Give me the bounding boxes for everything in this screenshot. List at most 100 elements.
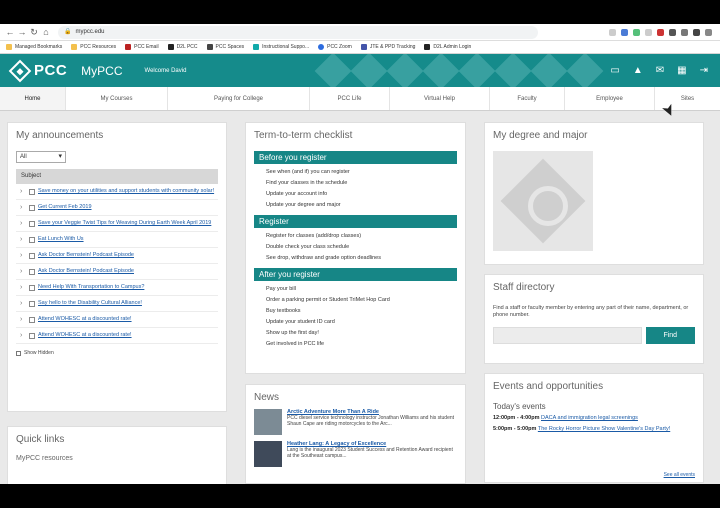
news-item[interactable]: Arctic Adventure More Than A Ride PCC di… [254, 409, 457, 435]
laptop-icon[interactable]: ▭ [610, 65, 619, 76]
show-hidden-toggle[interactable]: Show Hidden [16, 350, 218, 356]
announcement-item[interactable]: Ask Doctor Bernstein! Podcast Episode [16, 264, 218, 280]
tab-faculty[interactable]: Faculty [490, 87, 565, 110]
email-icon[interactable]: ✉ [656, 65, 664, 76]
bookmark-item[interactable]: JTE & PPD Tracking [360, 44, 415, 50]
bookmark-star-icon[interactable] [621, 28, 628, 36]
events-title: Events and opportunities [493, 381, 604, 392]
profile-icon[interactable] [693, 28, 700, 36]
browser-toolbar: ← → ↻ ⌂ 🔒 mypcc.edu [0, 24, 720, 41]
events-panel: Events and opportunities Today's events … [484, 373, 704, 483]
event-link[interactable]: The Rocky Horror Picture Show Valentine'… [538, 426, 670, 432]
staff-directory-panel: Staff directory Find a staff or faculty … [484, 274, 704, 364]
announcement-item[interactable]: Ask Doctor Bernstein! Podcast Episode [16, 248, 218, 264]
sidebar-icon[interactable] [681, 28, 688, 36]
announcement-item[interactable]: Save money on your utilities and support… [16, 184, 218, 200]
tab-home[interactable]: Home [0, 87, 66, 110]
tab-paying-for-college[interactable]: Paying for College [168, 87, 310, 110]
folder-icon [71, 44, 78, 50]
tracking-icon [360, 44, 367, 50]
checklist-item[interactable]: Update your degree and major [254, 200, 457, 211]
news-title: News [254, 392, 280, 403]
announcements-filter-select[interactable]: All [16, 151, 66, 163]
bookmark-item[interactable]: D2L Admin Login [424, 44, 471, 50]
announcement-item[interactable]: Get Current Feb 2019 [16, 200, 218, 216]
announcement-item[interactable]: Save your Veggie Twist Tips for Weaving … [16, 216, 218, 232]
site-brand: MyPCC [81, 63, 123, 78]
calendar-icon[interactable]: ▦ [677, 65, 686, 76]
address-bar[interactable]: 🔒 mypcc.edu [58, 25, 538, 39]
menu-icon[interactable] [705, 28, 712, 36]
degree-panel: My degree and major [484, 122, 704, 265]
browser-window: ← → ↻ ⌂ 🔒 mypcc.edu Managed Bookmarks PC… [0, 24, 720, 484]
announcement-item[interactable]: Eat Lunch With Us [16, 232, 218, 248]
bookmark-item[interactable]: Instructional Suppo... [253, 44, 309, 50]
bookmark-item[interactable]: Managed Bookmarks [6, 44, 62, 50]
event-link[interactable]: DACA and immigration legal screenings [541, 415, 638, 421]
checklist-section-heading: Register [254, 215, 457, 228]
drive-icon[interactable]: ▲ [633, 65, 643, 76]
extension-icon[interactable] [645, 28, 652, 36]
site-header: PCC MyPCC Welcome David ▭ ▲ ✉ ▦ ⇥ [0, 54, 720, 87]
announcement-item[interactable]: Need Help With Transportation to Campus? [16, 280, 218, 296]
sign-out-icon[interactable]: ⇥ [700, 65, 708, 76]
checklist-panel: Term-to-term checklist Before you regist… [245, 122, 466, 374]
page-content: My announcements All Subject Save money … [0, 111, 720, 484]
checklist-item[interactable]: Order a parking permit or Student TriMet… [254, 295, 457, 306]
support-icon [253, 44, 260, 50]
staff-search-input[interactable] [493, 327, 642, 344]
announcement-item[interactable]: Attend WOHESC at a discounted rate! [16, 312, 218, 328]
checklist-item[interactable]: See when (and if) you can register [254, 167, 457, 178]
pcc-logo-icon [8, 59, 32, 82]
zoom-icon [318, 44, 325, 50]
home-icon[interactable]: ⌂ [40, 27, 52, 37]
bookmark-item[interactable]: PCC Email [125, 44, 159, 50]
find-button[interactable]: Find [645, 327, 695, 344]
checklist-item[interactable]: Get involved in PCC life [254, 339, 457, 350]
checklist-item[interactable]: Find your classes in the schedule [254, 178, 457, 189]
checklist-item[interactable]: Buy textbooks [254, 306, 457, 317]
checklist-item[interactable]: Update your student ID card [254, 317, 457, 328]
news-item[interactable]: Heather Lang: A Legacy of Excellence Lan… [254, 441, 457, 467]
extension-icon[interactable] [657, 28, 664, 36]
extension-icon[interactable] [633, 28, 640, 36]
checklist-item[interactable]: See drop, withdraw and grade option dead… [254, 253, 457, 264]
puzzle-icon[interactable] [669, 28, 676, 36]
announcements-panel: My announcements All Subject Save money … [7, 122, 227, 412]
bookmarks-bar: Managed Bookmarks PCC Resources PCC Emai… [0, 41, 720, 54]
see-all-events-link[interactable]: See all events [664, 472, 695, 478]
checklist-item[interactable]: Register for classes (add/drop classes) [254, 231, 457, 242]
tab-pcc-life[interactable]: PCC Life [310, 87, 390, 110]
reload-icon[interactable]: ↻ [28, 27, 40, 38]
checklist-section-heading: After you register [254, 268, 457, 281]
bookmark-item[interactable]: PCC Zoom [318, 44, 352, 50]
tab-my-courses[interactable]: My Courses [66, 87, 168, 110]
news-item-body: PCC diesel service technology instructor… [287, 415, 455, 427]
checklist-item[interactable]: Double check your class schedule [254, 242, 457, 253]
checkbox-icon [16, 350, 21, 356]
lock-icon: 🔒 [64, 28, 72, 35]
announcement-item[interactable]: Attend WOHESC at a discounted rate! [16, 328, 218, 344]
bookmark-item[interactable]: PCC Resources [71, 44, 116, 50]
tab-virtual-help[interactable]: Virtual Help [390, 87, 490, 110]
share-icon[interactable] [609, 28, 616, 36]
quick-links-subtitle: MyPCC resources [16, 455, 73, 462]
staff-search-row: Find [493, 327, 695, 344]
checklist-title: Term-to-term checklist [254, 130, 353, 141]
checklist-item[interactable]: Pay your bill [254, 284, 457, 295]
subject-column-header[interactable]: Subject [16, 169, 218, 184]
news-item-body: Lang is the inaugural 2023 Student Succe… [287, 447, 453, 459]
forward-icon[interactable]: → [16, 27, 28, 37]
bookmark-item[interactable]: D2L PCC [167, 44, 198, 50]
checklist-item[interactable]: Update your account info [254, 189, 457, 200]
announcement-item[interactable]: Say hello to the Disability Cultural All… [16, 296, 218, 312]
announcements-title: My announcements [16, 130, 104, 141]
checklist-item[interactable]: Show up the first day! [254, 328, 457, 339]
tab-employee[interactable]: Employee [565, 87, 655, 110]
pcc-logo[interactable]: PCC [8, 59, 67, 82]
main-tabs: Home My Courses Paying for College PCC L… [0, 87, 720, 111]
folder-icon [6, 44, 12, 50]
bookmark-item[interactable]: PCC Spaces [206, 44, 244, 50]
event-item: 5:00pm - 5:00pm The Rocky Horror Picture… [493, 426, 671, 432]
back-icon[interactable]: ← [4, 27, 16, 37]
